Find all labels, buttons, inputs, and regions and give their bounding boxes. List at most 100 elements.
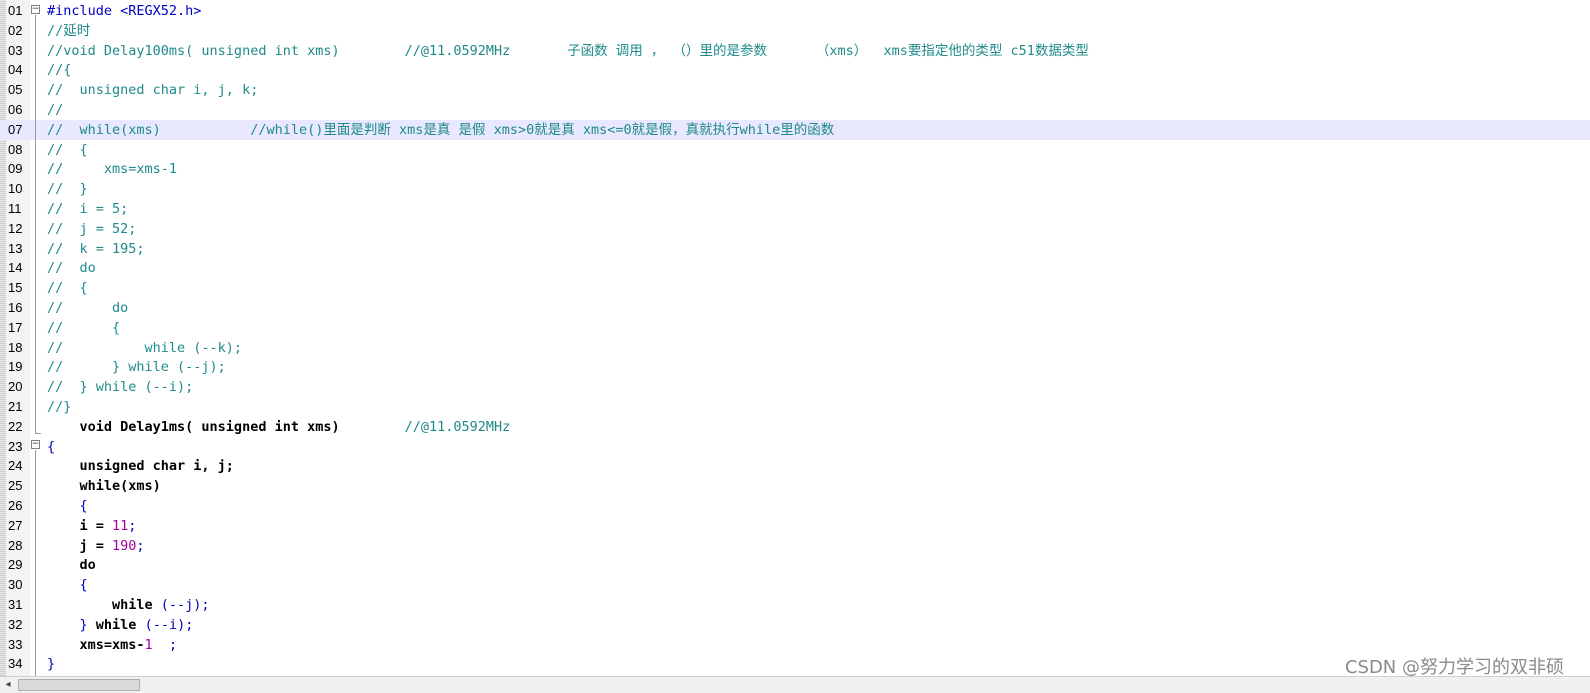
code-text: xms=xms-1 ; <box>47 635 178 655</box>
code-token: //} <box>47 399 72 415</box>
code-token: while <box>47 597 161 613</box>
code-line[interactable]: 05 // unsigned char i, j, k; <box>0 80 1590 100</box>
code-text: // <box>47 100 63 120</box>
code-line[interactable]: 04 //{ <box>0 60 1590 80</box>
code-line[interactable]: 07 // while(xms) //while()里面是判断 xms是真 是假 … <box>0 119 1590 140</box>
code-text: do <box>47 555 96 575</box>
code-line[interactable]: 26 { <box>0 496 1590 516</box>
line-number: 28 <box>8 537 23 553</box>
code-line[interactable]: 16 // do <box>0 298 1590 318</box>
code-line[interactable]: 32 } while (--i); <box>0 615 1590 635</box>
line-number: 05 <box>8 82 23 98</box>
code-line[interactable]: 09 // xms=xms-1 <box>0 159 1590 179</box>
code-token: unsigned char i, j; <box>47 458 234 475</box>
line-number: 15 <box>8 280 23 296</box>
code-line[interactable]: 29 do <box>0 555 1590 575</box>
code-line[interactable]: 33 xms=xms-1 ; <box>0 635 1590 655</box>
code-token: 11 <box>112 517 129 534</box>
code-token: // { <box>47 141 88 158</box>
line-number: 17 <box>8 319 23 335</box>
code-token: ; <box>152 636 178 653</box>
fold-collapse-icon[interactable]: − <box>31 5 40 14</box>
code-line[interactable]: 02 //延时 <box>0 21 1590 41</box>
code-text: // do <box>47 258 96 278</box>
code-text: i = 11; <box>47 516 137 536</box>
line-number: 11 <box>8 201 22 216</box>
code-line[interactable]: 25 while(xms) <box>0 476 1590 496</box>
code-token: // while(xms) //while()里面是判断 xms是真 是假 xm… <box>47 121 835 138</box>
code-line[interactable]: 01 #include <REGX52.h> <box>0 1 1590 21</box>
code-line[interactable]: 22 void Delay1ms( unsigned int xms) //@1… <box>0 417 1590 437</box>
code-line[interactable]: 15 // { <box>0 278 1590 298</box>
code-line[interactable]: 18 // while (--k); <box>0 338 1590 358</box>
code-text: // } while (--i); <box>47 377 193 397</box>
line-number: 25 <box>8 478 23 494</box>
code-line[interactable]: 17 // { <box>0 318 1590 338</box>
code-text: #include <REGX52.h> <box>47 1 201 21</box>
code-line[interactable]: 06 // <box>0 100 1590 120</box>
line-number: 29 <box>8 557 23 573</box>
code-token: #include <REGX52.h> <box>47 3 202 19</box>
code-token: (--i); <box>144 616 194 633</box>
code-token: //@11.0592MHz <box>339 418 511 435</box>
code-text: // k = 195; <box>47 239 145 259</box>
code-token: //延时 <box>47 22 91 39</box>
code-token: // k = 195; <box>47 240 145 257</box>
code-text: } <box>47 654 55 674</box>
code-line[interactable]: 10 // } <box>0 179 1590 199</box>
code-token: i = <box>47 517 113 534</box>
code-line[interactable]: 21 //} <box>0 397 1590 417</box>
code-token: ; <box>128 517 137 534</box>
code-token: do <box>47 557 96 574</box>
line-number: 20 <box>8 379 23 395</box>
code-text: { <box>47 575 88 595</box>
code-text: // { <box>47 140 88 160</box>
code-text: //{ <box>47 60 71 80</box>
code-text: // while (--k); <box>47 338 242 358</box>
code-text: { <box>47 496 88 516</box>
line-number: 21 <box>8 399 23 414</box>
code-text: // unsigned char i, j, k; <box>47 80 258 100</box>
code-editor[interactable]: 01 #include <REGX52.h> 02//延时 03//void Dela… <box>0 0 1590 676</box>
line-number: 12 <box>8 220 23 236</box>
code-line[interactable]: 19 // } while (--j); <box>0 357 1590 377</box>
line-number: 24 <box>8 458 23 474</box>
code-token: j = <box>47 537 113 554</box>
line-number: 26 <box>8 498 23 513</box>
line-number: 30 <box>8 577 23 593</box>
fold-collapse-icon[interactable]: − <box>31 440 40 449</box>
code-line[interactable]: 08 // { <box>0 140 1590 160</box>
code-line[interactable]: 13 // k = 195; <box>0 239 1590 259</box>
code-token: // <box>47 102 64 118</box>
code-line[interactable]: 20 // } while (--i); <box>0 377 1590 397</box>
code-line[interactable]: 31 while (--j); <box>0 595 1590 615</box>
code-token: // } while (--j); <box>47 359 226 376</box>
fold-end-marker <box>35 433 41 434</box>
line-number: 14 <box>8 260 23 276</box>
scroll-left-arrow-icon[interactable]: ◂ <box>2 679 14 691</box>
code-token: while <box>95 616 145 633</box>
code-line[interactable]: 30 { <box>0 575 1590 595</box>
code-line[interactable]: 12 // j = 52; <box>0 219 1590 239</box>
code-token: // do <box>47 260 96 277</box>
line-number: 27 <box>8 517 23 533</box>
code-line[interactable]: 23 { <box>0 437 1590 457</box>
code-text: while(xms) <box>47 476 161 496</box>
code-line[interactable]: 11 // i = 5; <box>0 199 1590 219</box>
line-number: 22 <box>8 418 23 434</box>
scroll-thumb[interactable] <box>18 679 140 691</box>
line-number: 04 <box>8 62 23 78</box>
code-line[interactable]: 24 unsigned char i, j; <box>0 456 1590 476</box>
code-text: // } <box>47 179 88 199</box>
code-line[interactable]: 03 //void Delay100ms( unsigned int xms) /… <box>0 41 1590 61</box>
code-token: //{ <box>47 62 72 79</box>
code-token: // { <box>47 280 88 297</box>
code-line[interactable]: 28 j = 190; <box>0 536 1590 556</box>
code-token: // unsigned char i, j, k; <box>47 82 259 99</box>
line-number: 31 <box>8 597 23 612</box>
code-token: // xms=xms-1 <box>47 161 178 178</box>
code-line[interactable]: 27 i = 11; <box>0 516 1590 536</box>
code-token: ; <box>136 537 145 554</box>
code-line[interactable]: 14 // do <box>0 258 1590 278</box>
code-token: (--j); <box>160 597 210 613</box>
